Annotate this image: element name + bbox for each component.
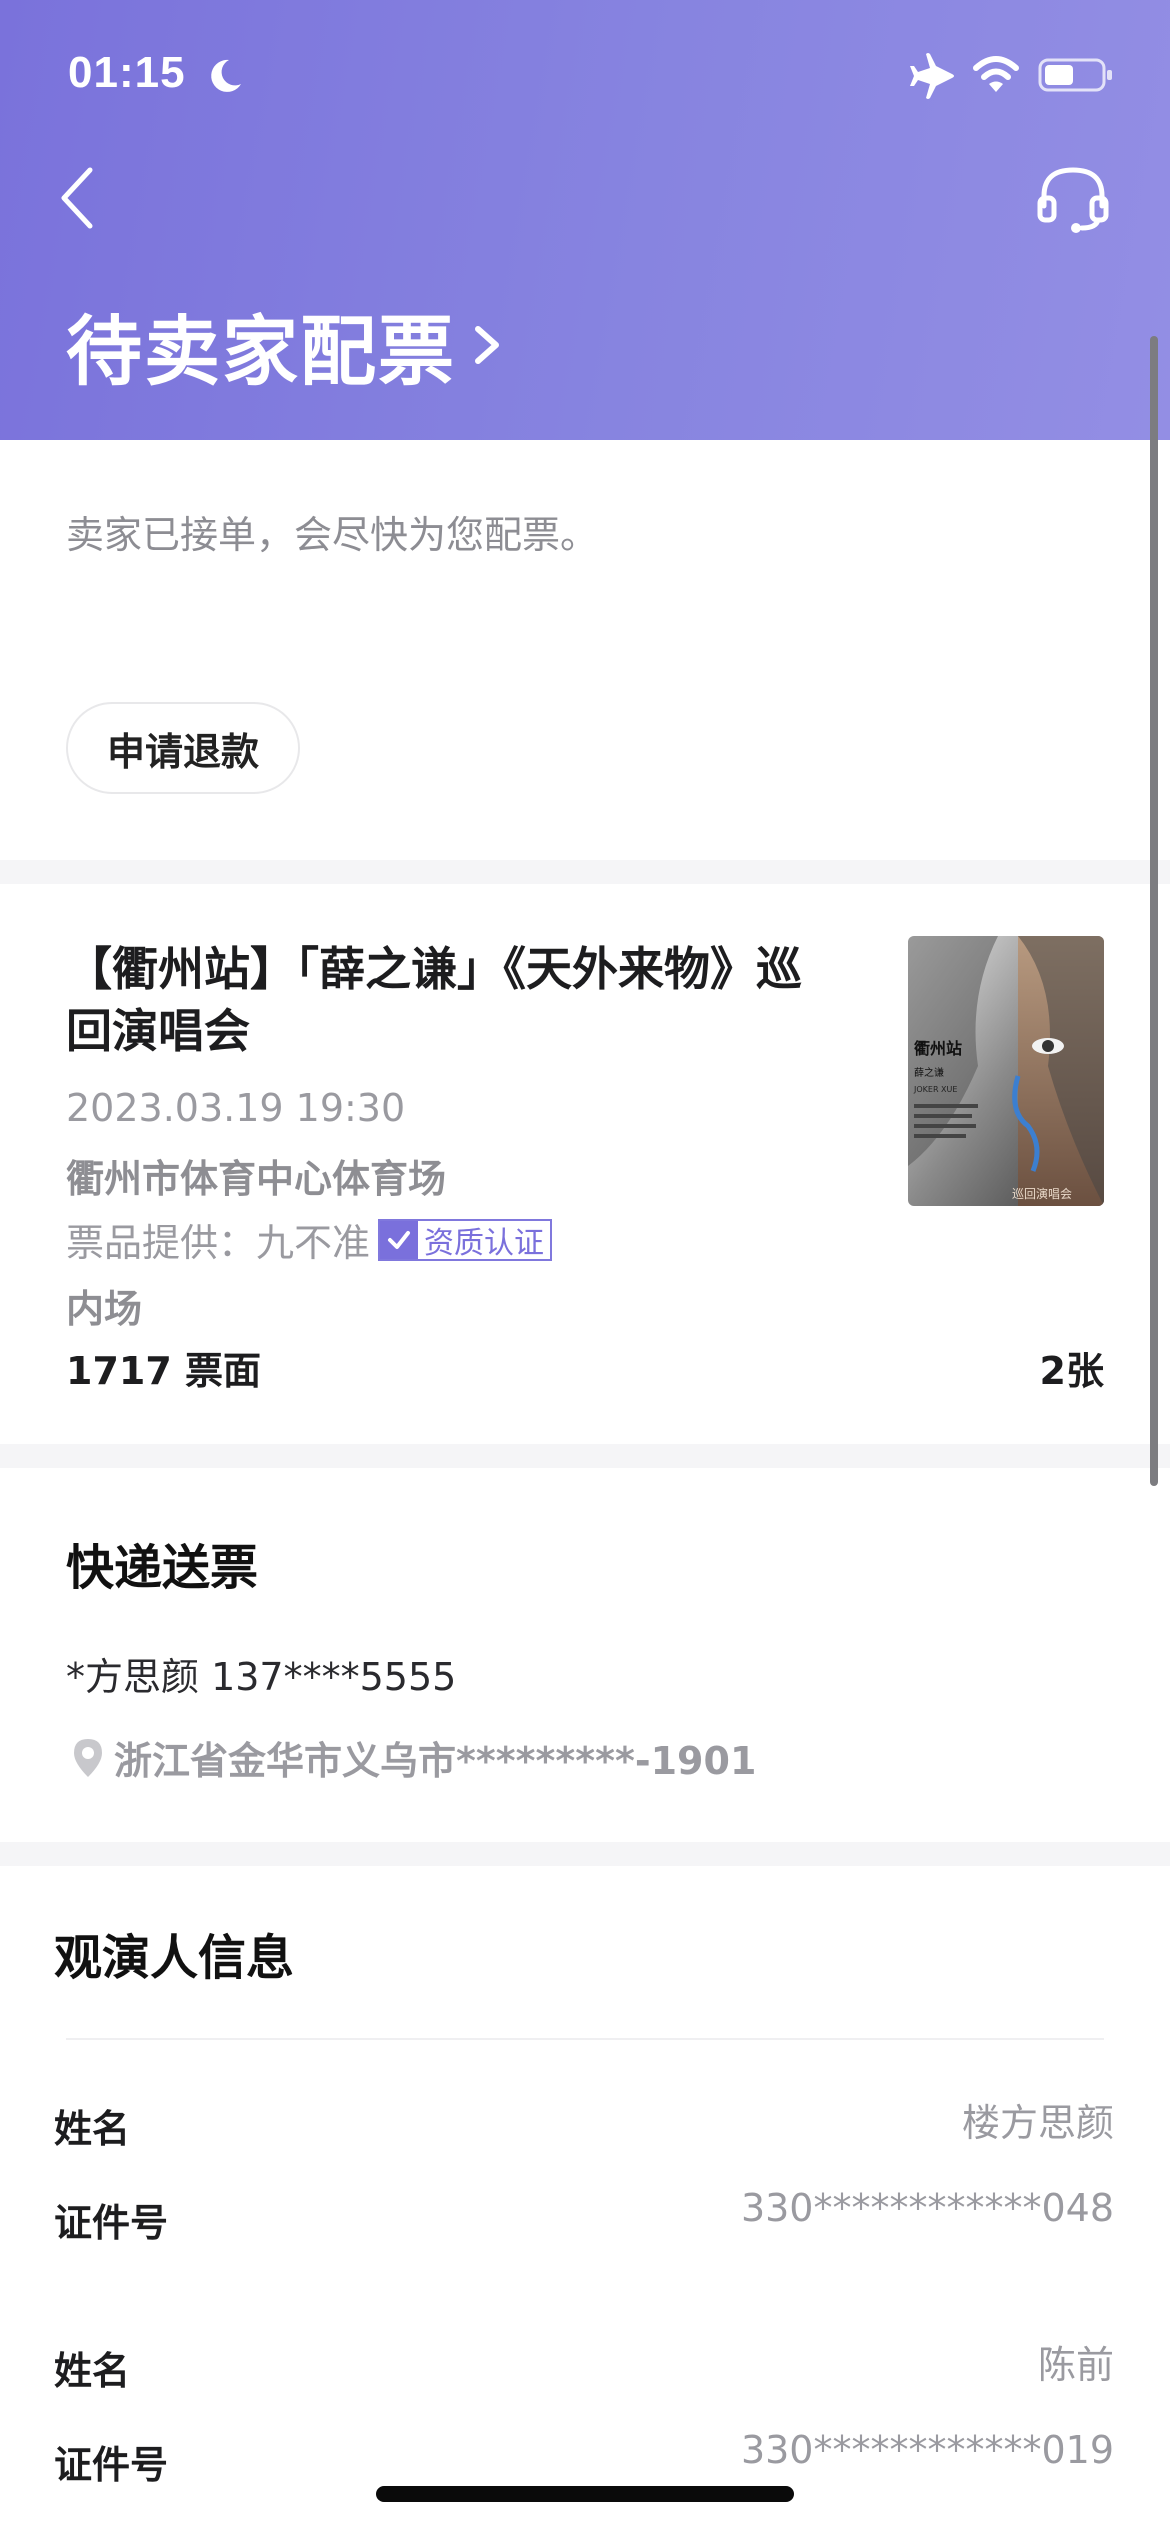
status-bar-time: 01:15 xyxy=(68,48,186,97)
delivery-section: 快递送票 *方思颜 137****5555 浙江省金华市义乌市*********… xyxy=(0,1468,1170,1842)
refund-button[interactable]: 申请退款 xyxy=(66,702,300,794)
divider xyxy=(66,2038,1104,2040)
certification-text: 资质认证 xyxy=(424,1225,545,1261)
delivery-contact: *方思颜 137****5555 xyxy=(66,1655,457,1699)
provider-name: 九不准 xyxy=(256,1221,371,1265)
poster-artist-text: 薛之谦 xyxy=(914,1066,944,1079)
checkmark-icon xyxy=(380,1220,419,1259)
customer-service-headset-icon[interactable] xyxy=(1036,162,1110,234)
section-divider xyxy=(0,1444,1170,1468)
battery-icon xyxy=(1038,58,1112,92)
poster-title-text: 衢州站 xyxy=(914,1039,962,1058)
ticket-face-price: 1717 票面 xyxy=(66,1349,261,1393)
viewer-name-value: 楼方思颜 xyxy=(961,2101,1114,2145)
order-detail-page: 01:15 待卖家配票 卖家已接单，会尽快为您配票。 申请退款 【衢州站】「薛之… xyxy=(0,0,1170,2532)
show-title: 【衢州站】「薛之谦」《天外来物》巡回演唱会 xyxy=(66,942,802,1058)
header: 01:15 待卖家配票 xyxy=(0,0,1170,440)
viewer-name-value: 陈前 xyxy=(1037,2343,1114,2387)
order-status-description: 卖家已接单，会尽快为您配票。 xyxy=(66,513,599,557)
viewer-info-title: 观演人信息 xyxy=(54,1930,295,1986)
delivery-title: 快递送票 xyxy=(66,1540,259,1596)
viewer-id-value: 330************048 xyxy=(740,2186,1114,2230)
scrollbar[interactable] xyxy=(1150,336,1158,1486)
back-button[interactable] xyxy=(56,162,100,234)
ticket-quantity: 2张 xyxy=(1039,1349,1104,1393)
delivery-address: 浙江省金华市义乌市*********-1901 xyxy=(114,1739,757,1783)
section-divider xyxy=(0,860,1170,884)
order-status-title-link[interactable]: 待卖家配票 xyxy=(66,290,504,400)
chevron-right-icon xyxy=(475,326,499,364)
show-venue: 衢州市体育中心体育场 xyxy=(66,1157,447,1201)
section-divider xyxy=(0,1842,1170,1866)
provider-label: 票品提供： xyxy=(66,1221,257,1265)
poster-tour-text: JOKER XUE xyxy=(913,1085,957,1094)
wifi-icon xyxy=(973,56,1019,92)
show-poster-image: 衢州站 薛之谦 JOKER XUE 巡回演唱会 xyxy=(908,936,1104,1206)
show-datetime: 2023.03.19 19:30 xyxy=(66,1086,406,1130)
seat-zone: 内场 xyxy=(66,1287,143,1331)
show-info-card[interactable]: 【衢州站】「薛之谦」《天外来物》巡回演唱会 衢州站 薛之谦 JOKER XUE … xyxy=(0,884,1170,1444)
certification-badge[interactable]: 资质认证 xyxy=(378,1218,553,1261)
viewer-name-label: 姓名 xyxy=(54,2107,131,2151)
delivery-address-row: 浙江省金华市义乌市*********-1901 xyxy=(70,1730,756,1785)
order-status-title: 待卖家配票 xyxy=(66,307,456,396)
location-pin-icon xyxy=(74,1738,102,1777)
moon-icon xyxy=(211,59,241,92)
viewer-name-label: 姓名 xyxy=(54,2349,131,2393)
poster-subtitle-text: 巡回演唱会 xyxy=(1012,1186,1072,1201)
viewer-id-label: 证件号 xyxy=(54,2443,169,2487)
viewer-id-label: 证件号 xyxy=(54,2201,169,2245)
viewer-info-section: 观演人信息 姓名 楼方思颜 证件号 330************048 姓名 … xyxy=(0,1866,1170,2532)
viewer-id-value: 330************019 xyxy=(740,2428,1114,2472)
ticket-provider-row: 票品提供： 九不准 资质认证 xyxy=(66,1212,553,1267)
home-indicator[interactable] xyxy=(376,2486,794,2502)
order-status-section: 卖家已接单，会尽快为您配票。 申请退款 xyxy=(0,440,1170,860)
airplane-icon xyxy=(910,53,954,99)
